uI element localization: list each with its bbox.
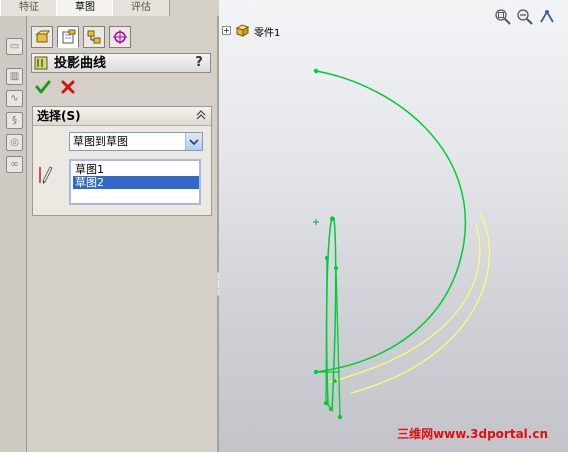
feature-title: 投影曲线 bbox=[54, 56, 107, 71]
part-name[interactable]: 零件1 bbox=[254, 24, 280, 39]
feature-manager-tab[interactable] bbox=[31, 26, 53, 48]
projected-curve-inner bbox=[328, 222, 481, 383]
selection-group-header[interactable]: 选择(S) bbox=[33, 107, 211, 126]
sketch-pencil-icon bbox=[39, 166, 53, 184]
sketch-tool-icon-3[interactable]: ∿ bbox=[6, 90, 23, 107]
sketch-geometry bbox=[313, 68, 490, 420]
cancel-x-icon[interactable] bbox=[61, 80, 75, 94]
property-icon bbox=[62, 29, 76, 44]
graphics-area[interactable]: + 零件1 三维网www.3dportal.cn bbox=[219, 0, 568, 452]
chevron-up-icon[interactable] bbox=[195, 109, 207, 121]
sketch2-line-b bbox=[335, 267, 341, 418]
list-item-sketch1[interactable]: 草图1 bbox=[73, 163, 199, 176]
crosshair-target-icon bbox=[113, 30, 127, 44]
view-toolbar bbox=[494, 8, 560, 26]
previous-view-icon[interactable] bbox=[538, 8, 556, 26]
tab-sketch[interactable]: 草图 bbox=[56, 0, 114, 17]
sketch-selection-list[interactable]: 草图1 草图2 bbox=[69, 159, 201, 205]
projection-mode-select[interactable]: 草图到草图 bbox=[69, 132, 203, 151]
property-manager-panel: 投影曲线 ? 选择(S) 草图到草图 草图1 草图2 bbox=[27, 16, 217, 452]
dimxpert-tab[interactable] bbox=[109, 26, 131, 48]
projected-curve-outer bbox=[350, 212, 490, 394]
tree-expand-toggle[interactable]: + bbox=[222, 26, 231, 35]
projection-mode-value: 草图到草图 bbox=[73, 135, 128, 148]
origin-marker bbox=[313, 219, 319, 225]
sketch-tool-icon-2[interactable]: ▥ bbox=[6, 68, 23, 85]
zoom-area-icon[interactable] bbox=[516, 8, 534, 26]
zoom-to-fit-icon[interactable] bbox=[494, 8, 512, 26]
sketch-tool-icon-1[interactable]: ▭ bbox=[6, 38, 23, 55]
sketch-tool-icon-5[interactable]: ◎ bbox=[6, 134, 23, 151]
watermark-text: 三维网www.3dportal.cn bbox=[397, 427, 548, 441]
projected-curve-icon bbox=[34, 56, 48, 70]
selection-group: 选择(S) 草图到草图 草图1 草图2 bbox=[32, 106, 212, 216]
sketch-endpoints bbox=[313, 68, 343, 420]
selection-group-title: 选择(S) bbox=[37, 109, 81, 123]
sketch-tools-strip: ▭ ▥ ∿ § ◎ ∞ bbox=[0, 16, 27, 452]
ok-check-icon[interactable] bbox=[35, 79, 51, 95]
solidworks-window: 特征 草图 评估 ▭ ▥ ∿ § ◎ ∞ 投影曲线 ? 选择(S) 草图到草图 … bbox=[0, 0, 568, 452]
help-icon[interactable]: ? bbox=[191, 55, 207, 71]
part-icon[interactable] bbox=[234, 22, 250, 38]
property-manager-tab[interactable] bbox=[57, 26, 79, 48]
tab-features[interactable]: 特征 bbox=[0, 0, 58, 16]
sketch-tool-icon-6[interactable]: ∞ bbox=[6, 156, 23, 173]
command-tabs: 特征 草图 评估 bbox=[0, 0, 218, 17]
list-item-sketch2[interactable]: 草图2 bbox=[73, 176, 199, 189]
configuration-icon bbox=[87, 30, 101, 44]
configuration-manager-tab[interactable] bbox=[83, 26, 105, 48]
manager-tabs bbox=[31, 26, 215, 48]
chevron-down-icon[interactable] bbox=[185, 133, 202, 150]
sketch-tool-icon-4[interactable]: § bbox=[6, 112, 23, 129]
tab-evaluate[interactable]: 评估 bbox=[112, 0, 170, 16]
feature-title-bar: 投影曲线 ? bbox=[31, 53, 211, 73]
feature-tree-icon bbox=[35, 30, 50, 43]
